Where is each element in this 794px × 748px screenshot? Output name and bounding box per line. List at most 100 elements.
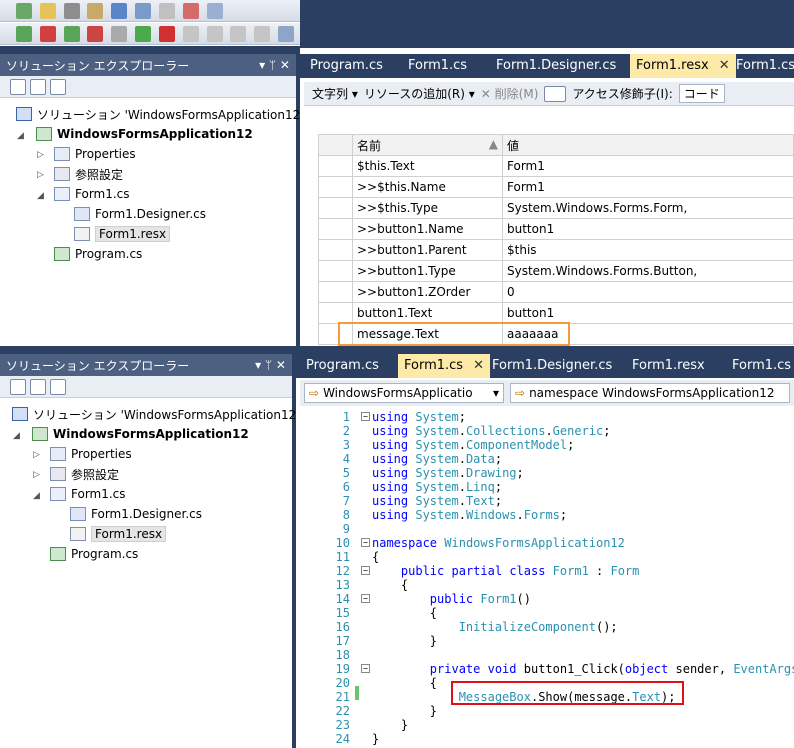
- table-row[interactable]: >>button1.Type System.Windows.Forms.Butto…: [318, 260, 794, 282]
- find-icon[interactable]: [87, 3, 104, 19]
- tab-form1-cs-2[interactable]: Form1.cs: [730, 54, 794, 78]
- line-number: 15: [335, 606, 350, 620]
- tree-item-solution[interactable]: ソリューション 'WindowsFormsApplication12: [12, 404, 296, 424]
- sort-arrow-icon: ▲: [488, 136, 498, 151]
- tab-form1-cs[interactable]: Form1.cs: [402, 54, 473, 78]
- tree-item-references[interactable]: 参照設定: [54, 164, 123, 184]
- tools-icon[interactable]: [63, 3, 80, 19]
- flag-icon[interactable]: [111, 3, 128, 19]
- collapse-marker-icon[interactable]: −: [361, 594, 370, 603]
- copy-icon[interactable]: [254, 26, 271, 42]
- collapse-arrow-icon[interactable]: ◢: [17, 131, 24, 141]
- line-number: 7: [342, 494, 350, 508]
- outdent-icon[interactable]: [206, 26, 223, 42]
- tree-item-form1-designer[interactable]: Form1.Designer.cs: [70, 504, 202, 524]
- tab-form1-cs[interactable]: Form1.cs ✕: [398, 354, 490, 378]
- open-folder-icon[interactable]: [39, 3, 56, 19]
- view-icon[interactable]: [544, 85, 567, 102]
- collapse-marker-icon[interactable]: −: [361, 566, 370, 575]
- table-row[interactable]: >>$this.Name Form1: [318, 176, 794, 198]
- show-all-files-icon[interactable]: [30, 378, 46, 395]
- tab-program-cs[interactable]: Program.cs: [300, 354, 385, 378]
- collapse-marker-icon[interactable]: −: [361, 538, 370, 547]
- resource-grid-area: 名前 ▲ 値 $this.Text Form1 >>$this.Name Form1 …: [304, 106, 794, 346]
- window-controls[interactable]: ▾ ᛘ ✕: [259, 58, 290, 72]
- settings-icon[interactable]: [230, 26, 247, 42]
- collapse-marker-icon[interactable]: −: [361, 664, 370, 673]
- tree-item-form1-resx[interactable]: Form1.resx: [74, 224, 171, 244]
- member-dropdown[interactable]: ⇨ namespace WindowsFormsApplication12: [510, 383, 790, 403]
- tab-form1-cs-2[interactable]: Form1.cs: [726, 354, 794, 378]
- show-all-files-icon[interactable]: [30, 78, 46, 95]
- table-row[interactable]: >>button1.ZOrder 0: [318, 281, 794, 303]
- branch-icon[interactable]: [135, 3, 152, 19]
- expand-arrow-icon[interactable]: ▷: [37, 150, 44, 160]
- table-row[interactable]: $this.Text Form1: [318, 155, 794, 177]
- close-icon[interactable]: ✕: [719, 58, 730, 73]
- refresh-icon[interactable]: [50, 378, 66, 395]
- add-resource-button[interactable]: リソースの追加(R) ▾: [364, 85, 475, 102]
- spellcheck-icon[interactable]: [182, 3, 199, 19]
- build-icon[interactable]: [63, 26, 80, 42]
- delete-button[interactable]: ✕ 削除(M): [481, 85, 539, 102]
- table-row[interactable]: >>$this.Type System.Windows.Forms.Form,: [318, 197, 794, 219]
- code-file-icon: [70, 507, 86, 521]
- line-number: 8: [342, 508, 350, 522]
- close-icon[interactable]: ✕: [473, 358, 484, 373]
- table-row[interactable]: >>button1.Name button1: [318, 218, 794, 240]
- tree-item-solution[interactable]: ソリューション 'WindowsFormsApplication12: [16, 104, 300, 124]
- collapse-arrow-icon[interactable]: ◢: [37, 191, 44, 201]
- code-line: using System.ComponentModel;: [372, 438, 575, 452]
- play-icon[interactable]: [135, 26, 152, 42]
- tab-form1-resx[interactable]: Form1.resx ✕: [630, 54, 736, 78]
- checklist-icon[interactable]: [16, 3, 32, 19]
- tree-item-properties[interactable]: Properties: [50, 444, 132, 464]
- tree-item-program[interactable]: Program.cs: [54, 244, 142, 264]
- toolbar-row-1: [0, 0, 300, 22]
- table-row[interactable]: button1.Text button1: [318, 302, 794, 324]
- tree-item-properties[interactable]: Properties: [54, 144, 136, 164]
- expand-arrow-icon[interactable]: ▷: [33, 450, 40, 460]
- tree-item-form1[interactable]: Form1.cs: [50, 484, 126, 504]
- window-controls[interactable]: ▾ ᛘ ✕: [255, 358, 286, 372]
- table-row[interactable]: >>button1.Parent $this: [318, 239, 794, 261]
- tab-form1-resx[interactable]: Form1.resx: [626, 354, 711, 378]
- red-highlight-box: [451, 681, 684, 705]
- run-icon[interactable]: [39, 26, 56, 42]
- step-icon[interactable]: [16, 26, 32, 42]
- tree-item-references[interactable]: 参照設定: [50, 464, 119, 484]
- expand-arrow-icon[interactable]: ▷: [37, 170, 44, 180]
- column-header-value[interactable]: 値: [502, 134, 794, 156]
- type-dropdown[interactable]: ⇨ WindowsFormsApplicatio ▾: [304, 383, 504, 403]
- access-modifier-select[interactable]: コード: [678, 84, 725, 103]
- indent-icon[interactable]: [182, 26, 199, 42]
- tab-form1-designer[interactable]: Form1.Designer.cs: [490, 54, 622, 78]
- xml-icon[interactable]: [158, 3, 175, 19]
- properties-icon[interactable]: [10, 78, 26, 95]
- tree-item-form1-resx[interactable]: Form1.resx: [70, 524, 167, 544]
- strings-dropdown[interactable]: 文字列 ▾: [312, 85, 358, 102]
- properties-icon[interactable]: [10, 378, 26, 395]
- top-right-blank: [300, 0, 794, 48]
- window-icon[interactable]: [111, 26, 128, 42]
- collapse-arrow-icon[interactable]: ◢: [13, 431, 20, 441]
- refresh-icon[interactable]: [50, 78, 66, 95]
- collapse-arrow-icon[interactable]: ◢: [33, 491, 40, 501]
- comment-icon[interactable]: [206, 3, 223, 19]
- tree-item-project[interactable]: WindowsFormsApplication12: [36, 124, 253, 144]
- properties-icon[interactable]: [278, 26, 295, 42]
- tree-item-project[interactable]: WindowsFormsApplication12: [32, 424, 249, 444]
- line-number: 10: [335, 536, 350, 550]
- tree-item-form1[interactable]: Form1.cs: [54, 184, 130, 204]
- tree-item-form1-designer[interactable]: Form1.Designer.cs: [74, 204, 206, 224]
- collapse-marker-icon[interactable]: −: [361, 412, 370, 421]
- navigation-bar: ⇨ WindowsFormsApplicatio ▾ ⇨ namespace Wind…: [300, 380, 794, 406]
- tab-form1-designer[interactable]: Form1.Designer.cs: [486, 354, 618, 378]
- tab-program-cs[interactable]: Program.cs: [304, 54, 389, 78]
- tree-item-program[interactable]: Program.cs: [50, 544, 138, 564]
- column-header-name[interactable]: 名前 ▲: [352, 134, 503, 156]
- stop-icon[interactable]: [158, 26, 175, 42]
- debug-icon[interactable]: [87, 26, 104, 42]
- expand-arrow-icon[interactable]: ▷: [33, 470, 40, 480]
- code-editor[interactable]: 1 using System; 2 using System.Collections.…: [300, 406, 794, 748]
